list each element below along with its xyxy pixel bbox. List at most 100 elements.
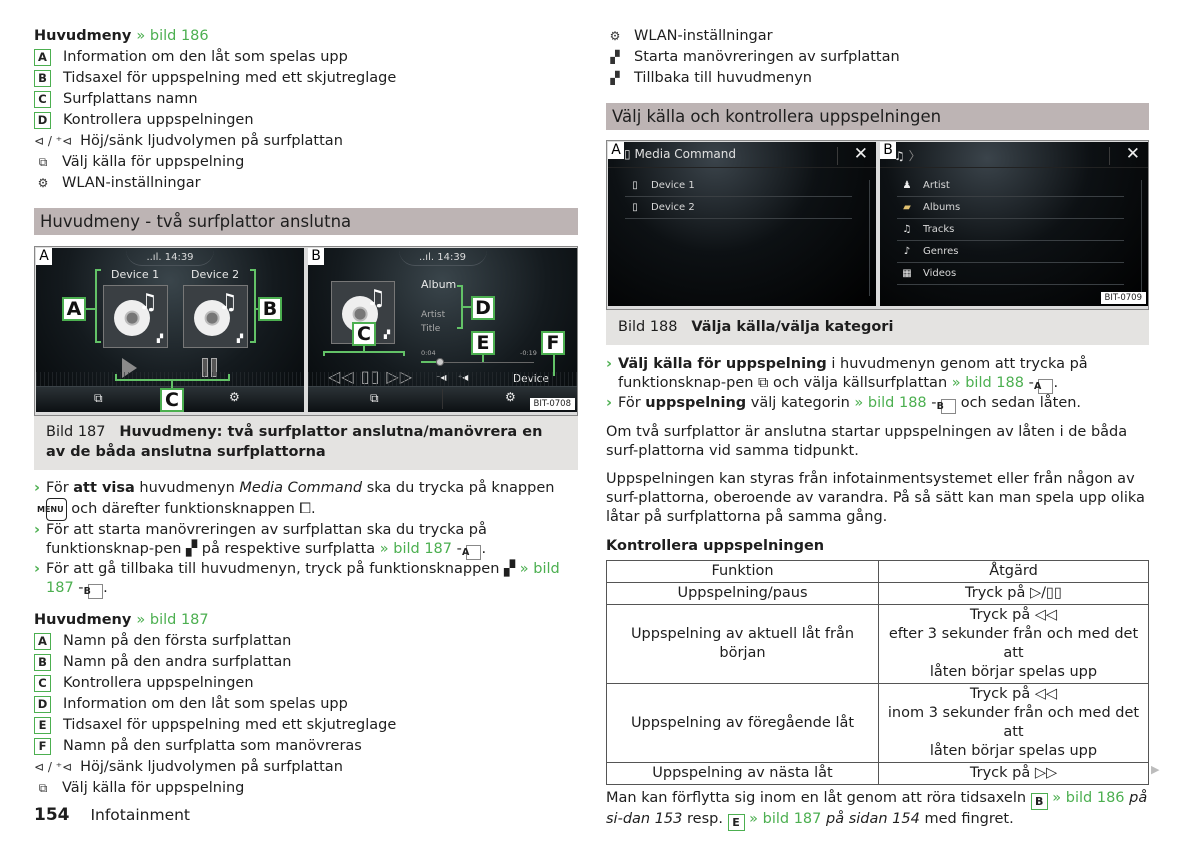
timeline-slider-handle[interactable]: [436, 358, 445, 366]
figure-link-187[interactable]: » bild 187: [136, 612, 208, 628]
callout-line: [553, 352, 555, 376]
left-column: Huvudmeny » bild 186 A Information om den…: [34, 26, 578, 799]
callout-line: [457, 327, 462, 329]
table-header-row: Funktion Åtgärd: [606, 560, 1149, 583]
callout-f: F: [541, 331, 565, 355]
bullet-item: › För att visa huvudmenyn Media Command s…: [34, 479, 578, 521]
legend-symbol-item: ⚙ WLAN-inställningar: [34, 173, 578, 194]
tablet-icon: ▯: [632, 180, 638, 191]
caption-text: Huvudmeny: två surfplattor anslutna/manö…: [46, 424, 543, 460]
tablet-control-icon: ▞: [383, 330, 390, 339]
figure-187: A ..ıl. 14:39 Device 1 Device 2 ♫ ▞ ♫ ▞ …: [34, 246, 578, 416]
caption-number: Bild 187: [46, 424, 106, 440]
bullet-arrow-icon: ›: [606, 356, 612, 372]
key-badge: A: [34, 633, 51, 650]
device-1-tile[interactable]: ♫ ▞: [103, 285, 168, 348]
legend-item: B Tidsaxel för uppspelning med ett skjutr…: [34, 68, 578, 89]
figure-188-caption: Bild 188 Välja källa/välja kategori: [606, 310, 1149, 345]
callout-line: [250, 269, 256, 271]
key-badge: B: [1030, 793, 1048, 810]
scrollbar[interactable]: [1141, 180, 1142, 296]
list-item-category[interactable]: ▦ Videos: [897, 263, 1124, 285]
source-select-icon: ⧉: [758, 375, 769, 391]
legend-symbol-item: ⊲ / ⁺⊲ Höj/sänk ljudvolymen på surfplatta…: [34, 757, 578, 778]
list-item-device[interactable]: ▯ Device 1: [625, 175, 852, 197]
clock: 14:39: [164, 252, 194, 263]
divider: [837, 147, 838, 165]
list-item-category[interactable]: ♪ Genres: [897, 241, 1124, 263]
legend-186-list: A Information om den låt som spelas upp B…: [34, 47, 578, 194]
callout-line: [254, 269, 256, 343]
screen-b-tablet-control: B ..ıl. 14:39 ♫ ▞ Album Artist Title 0:0…: [308, 248, 577, 412]
album-label: Album: [421, 278, 457, 291]
source-select-icon: ⧉: [38, 781, 48, 795]
symbol-legend-continued: ⚙ WLAN-inställningar ▞ Starta manövreringe…: [606, 26, 1149, 89]
legend-186-title: Huvudmeny » bild 186: [34, 28, 209, 44]
callout-c: C: [160, 388, 184, 412]
source-select-icon: ⧉: [38, 155, 48, 169]
device-2-label: Device 2: [191, 268, 240, 281]
section-heading: Huvudmeny - två surfplattor anslutna: [34, 208, 578, 235]
caption-number: Bild 188: [618, 319, 678, 335]
key-badge: D: [34, 112, 51, 129]
list-item-category[interactable]: ♟ Artist: [897, 175, 1124, 197]
figure-link-188[interactable]: » bild 188: [952, 375, 1024, 391]
callout-line: [250, 341, 256, 343]
screen-tag: B: [308, 248, 324, 265]
bullet-item: › Välj källa för uppspelning i huvudmenyn…: [606, 356, 1088, 394]
list-item-device[interactable]: ▯ Device 2: [625, 197, 852, 219]
bullet-arrow-icon: ›: [34, 480, 40, 496]
time-remaining: -0:19: [520, 349, 537, 357]
action-cell: Tryck på ◁◁ efter 3 sekunder från och med…: [878, 604, 1149, 684]
screen-tag: A: [608, 142, 624, 159]
key-badge: A: [34, 49, 51, 66]
source-select-icon[interactable]: ⧉: [370, 391, 379, 406]
callout-line: [95, 341, 101, 343]
action-cell: Tryck på ◁◁ inom 3 sekunder från och med …: [878, 683, 1149, 763]
figure-link-188[interactable]: » bild 188: [854, 395, 926, 411]
bullet-item: › För att gå tillbaka till huvudmenyn, tr…: [34, 561, 560, 599]
legend-symbol-item: ▞ Tillbaka till huvudmenyn: [606, 68, 1149, 89]
playback-control-table: Funktion Åtgärd Uppspelning/paus Tryck p…: [606, 560, 1149, 785]
close-icon[interactable]: ✕: [1126, 144, 1140, 164]
divider: [442, 389, 443, 409]
screen-a-source-list: A ▯ Media Command ✕ ▯ Device 1 ▯ Device 2: [608, 142, 876, 306]
key-badge: F: [34, 738, 51, 755]
column-header: Åtgärd: [878, 560, 1149, 583]
callout-line: [228, 374, 230, 380]
key-badge: B: [34, 654, 51, 671]
function-cell: Uppspelning av nästa låt: [606, 762, 879, 785]
action-cell: Tryck på ▷▷: [878, 762, 1149, 785]
screen-header: ♫ 〉 ✕: [880, 142, 1148, 168]
bullet-item: › För uppspelning välj kategorin » bild 1…: [606, 395, 1082, 414]
artist-icon: ♟: [902, 180, 912, 191]
device-2-tile[interactable]: ♫ ▞: [183, 285, 248, 348]
wlan-settings-icon[interactable]: ⚙: [505, 390, 516, 404]
wlan-settings-icon[interactable]: ⚙: [229, 390, 240, 404]
figure-link-186[interactable]: » bild 186: [136, 28, 208, 44]
figure-link-186[interactable]: » bild 186: [1048, 790, 1124, 806]
page-number: 154: [34, 805, 70, 825]
key-badge: D: [34, 696, 51, 713]
source-select-icon[interactable]: ⧉: [94, 391, 103, 406]
signal-icon: ..ıl.: [146, 252, 162, 263]
legend-item: D Information om den låt som spelas upp: [34, 694, 578, 715]
table-row: Uppspelning av nästa låt Tryck på ▷▷: [606, 762, 1149, 785]
callout-line: [95, 269, 101, 271]
clock: 14:39: [437, 252, 467, 263]
instructions-188: › Välj källa för uppspelning i huvudmenyn…: [606, 355, 1149, 414]
legend-item: A Information om den låt som spelas upp: [34, 47, 578, 68]
figure-code: BIT-0708: [529, 398, 575, 410]
volume-down-up-icon: ⊲ / ⁺⊲: [34, 134, 73, 148]
figure-link-187[interactable]: » bild 187: [745, 811, 821, 827]
divider: [1109, 147, 1110, 165]
callout-d: D: [471, 296, 495, 320]
scrollbar[interactable]: [869, 180, 870, 296]
figure-link-187[interactable]: » bild 187: [380, 541, 452, 557]
list-item-category[interactable]: ♫ Tracks: [897, 219, 1124, 241]
music-note-icon: ♫: [138, 290, 158, 315]
figure-code: BIT-0709: [1100, 292, 1146, 304]
genres-icon: ♪: [903, 246, 911, 257]
list-item-category[interactable]: ▰ Albums: [897, 197, 1124, 219]
close-icon[interactable]: ✕: [854, 144, 868, 164]
